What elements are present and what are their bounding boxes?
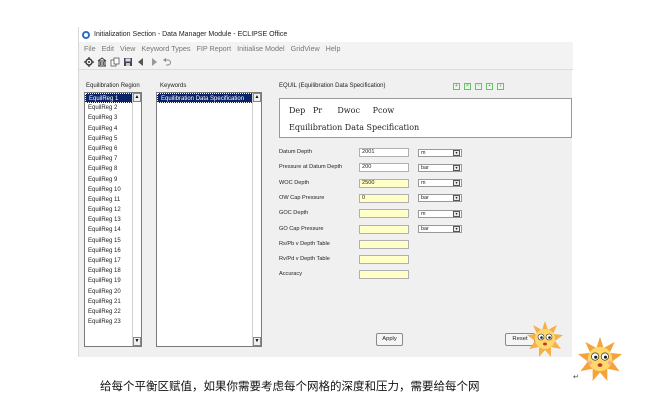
field-label: WOC Depth: [279, 179, 310, 186]
chevron-down-icon[interactable]: ▾: [453, 164, 460, 171]
field-value-input[interactable]: 2500: [359, 178, 409, 188]
info-icon[interactable]: i: [497, 83, 504, 90]
keywords-label: Keywords: [160, 83, 187, 89]
apply-button[interactable]: Apply: [376, 333, 403, 346]
chevron-down-icon[interactable]: ▾: [453, 226, 460, 232]
unit-select-value: m: [421, 149, 426, 156]
regions-label: Equilibration Region: [86, 83, 140, 89]
equil-panel: EQUIL (Equilibration Data Specification)…: [276, 80, 572, 357]
copy-row-icon[interactable]: ▫: [475, 83, 482, 90]
unit-select-value: bar: [421, 226, 429, 232]
paste-row-icon[interactable]: ▪: [486, 83, 493, 90]
screenshot-stage: Initialization Section - Data Manager Mo…: [0, 0, 652, 408]
menu-edit[interactable]: Edit: [102, 44, 114, 53]
copy-icon[interactable]: [110, 57, 120, 67]
menu-gridview[interactable]: GridView: [291, 44, 320, 53]
unit-select[interactable]: bar ▾: [418, 194, 462, 203]
field-value-input[interactable]: [359, 224, 409, 234]
save-icon[interactable]: [123, 57, 133, 67]
keyword-list[interactable]: Equilibration Data Specification ▲ ▼: [156, 92, 262, 347]
mini-toolbar: + × ▫ ▪ i: [453, 83, 508, 90]
field-label: Rs/Pb v Depth Table: [279, 240, 330, 247]
chevron-down-icon[interactable]: ▾: [453, 180, 460, 187]
region-list-scrollbar[interactable]: ▲ ▼: [132, 93, 141, 346]
unit-select[interactable]: bar ▾: [418, 225, 462, 233]
preview-columns: Dep Pr Dwoc Pcow: [289, 106, 395, 115]
keyword-preview: Dep Pr Dwoc Pcow Equilibration Data Spec…: [279, 98, 572, 138]
field-value-input[interactable]: [359, 270, 409, 280]
unit-select-value: m: [421, 180, 426, 187]
field-label: Pressure at Datum Depth: [279, 164, 343, 171]
chevron-down-icon[interactable]: ▾: [453, 149, 460, 156]
menu-file[interactable]: File: [84, 44, 96, 53]
unit-select[interactable]: m ▾: [418, 148, 462, 157]
title-bar: Initialization Section - Data Manager Mo…: [79, 27, 573, 42]
scroll-down-icon[interactable]: ▼: [253, 337, 261, 346]
scroll-up-icon[interactable]: ▲: [253, 93, 261, 102]
menu-view[interactable]: View: [120, 44, 135, 53]
region-list[interactable]: EquilReg 1 EquilReg 2 EquilReg 3 EquilReg 4…: [84, 92, 142, 347]
chevron-down-icon[interactable]: ▾: [453, 195, 460, 202]
app-icon: [82, 30, 90, 39]
scroll-down-icon[interactable]: ▼: [133, 337, 141, 346]
field-label: GO Cap Pressure: [279, 225, 324, 232]
preview-description: Equilibration Data Specification: [289, 123, 420, 132]
field-value-input[interactable]: [359, 239, 409, 249]
smiley-sticker-icon: [578, 337, 622, 381]
unit-select[interactable]: m ▾: [418, 179, 462, 188]
menu-bar: File Edit View Keyword Types FIP Report …: [79, 42, 573, 55]
gear-icon[interactable]: [84, 57, 94, 67]
field-label: Datum Depth: [279, 149, 312, 155]
field-label: Accuracy: [279, 271, 303, 278]
field-label: GOC Depth: [279, 210, 309, 217]
equil-panel-title: EQUIL (Equilibration Data Specification): [279, 83, 386, 89]
smiley-sticker-icon: [527, 321, 563, 357]
undo-icon[interactable]: [162, 57, 172, 67]
menu-fip-report[interactable]: FIP Report: [196, 44, 231, 53]
scroll-up-icon[interactable]: ▲: [133, 93, 141, 102]
unit-select[interactable]: bar ▾: [418, 163, 462, 172]
menu-keyword-types[interactable]: Keyword Types: [141, 44, 190, 53]
menu-initialise-model[interactable]: Initialise Model: [237, 44, 285, 53]
toolbar: [79, 55, 573, 70]
field-label: Rv/Pd v Depth Table: [279, 256, 330, 263]
field-value-input[interactable]: [359, 209, 409, 219]
unit-select-value: bar: [421, 195, 429, 202]
unit-select[interactable]: m ▾: [418, 209, 462, 218]
window-title: Initialization Section - Data Manager Mo…: [94, 31, 288, 38]
forward-arrow-icon[interactable]: [149, 57, 159, 67]
unit-select-value: bar: [421, 164, 429, 171]
field-value-input[interactable]: [359, 255, 409, 265]
chevron-down-icon[interactable]: ▾: [453, 210, 460, 217]
unit-select-value: m: [421, 210, 426, 217]
back-arrow-icon[interactable]: [136, 57, 146, 67]
field-value-input[interactable]: 2001: [359, 148, 409, 157]
menu-help[interactable]: Help: [326, 44, 341, 53]
delete-row-icon[interactable]: ×: [464, 83, 471, 90]
caption-text: 给每个平衡区赋值，如果你需要考虑每个网格的深度和压力，需要给每个网: [100, 379, 480, 393]
line-break-mark: ↵: [573, 374, 579, 381]
add-row-icon[interactable]: +: [453, 83, 460, 90]
field-value-input[interactable]: 200: [359, 163, 409, 173]
keyword-rows: Equilibration Data Specification: [157, 93, 261, 104]
keyword-list-item[interactable]: Equilibration Data Specification: [157, 93, 261, 104]
building-icon[interactable]: [97, 57, 107, 67]
field-label: OW Cap Pressure: [279, 194, 325, 201]
keyword-list-scrollbar[interactable]: ▲ ▼: [252, 93, 261, 346]
field-value-input[interactable]: 0: [359, 193, 409, 203]
